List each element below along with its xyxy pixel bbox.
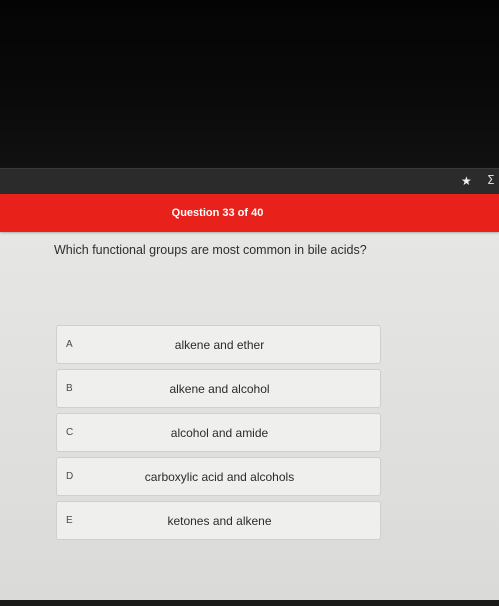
option-text: carboxylic acid and alcohols — [144, 470, 295, 484]
question-text: Which functional groups are most common … — [54, 243, 367, 257]
screen: ★ Σ Question 33 of 40 Which functional g… — [0, 0, 499, 606]
answer-option-e[interactable]: E ketones and alkene — [56, 501, 381, 540]
quiz-page: Question 33 of 40 Which functional group… — [0, 194, 499, 606]
browser-toolbar: ★ Σ — [0, 168, 499, 194]
option-text: ketones and alkene — [167, 514, 272, 528]
star-icon[interactable]: ★ — [461, 174, 472, 188]
option-text: alkene and alcohol — [169, 382, 270, 396]
answer-option-a[interactable]: A alkene and ether — [56, 325, 381, 364]
option-text: alkene and ether — [174, 338, 265, 352]
question-header: Question 33 of 40 — [0, 194, 499, 232]
question-counter: Question 33 of 40 — [171, 207, 264, 219]
answer-option-b[interactable]: B alkene and alcohol — [56, 369, 381, 408]
answer-option-c[interactable]: C alcohol and amide — [56, 413, 381, 452]
answer-option-d[interactable]: D carboxylic acid and alcohols — [56, 457, 381, 496]
bottom-edge — [0, 600, 499, 606]
extension-icon[interactable]: Σ — [487, 173, 495, 187]
option-text: alcohol and amide — [170, 426, 269, 440]
dark-background — [0, 0, 499, 168]
